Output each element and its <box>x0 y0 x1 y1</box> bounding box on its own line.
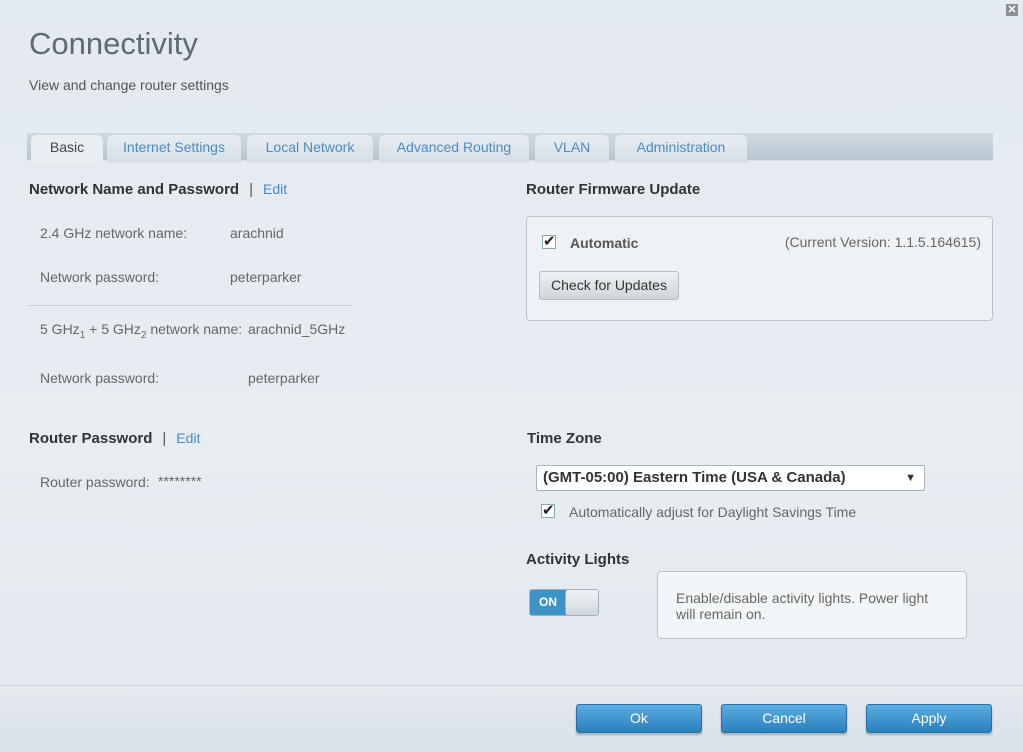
automatic-label: Automatic <box>570 235 639 251</box>
label-part: + 5 GHz <box>85 321 141 337</box>
current-version: (Current Version: 1.1.5.164615) <box>784 234 981 250</box>
edit-router-password-link[interactable]: Edit <box>176 430 200 446</box>
divider <box>28 305 352 306</box>
pw5-value: peterparker <box>248 370 320 386</box>
separator: | <box>162 430 167 447</box>
tab-local-network[interactable]: Local Network <box>247 135 373 163</box>
close-icon[interactable]: ✕ <box>1006 4 1018 16</box>
checkmark-icon <box>541 501 555 519</box>
section-heading: Network Name and Password <box>29 181 240 198</box>
edit-network-link[interactable]: Edit <box>263 181 287 197</box>
dropdown-arrow-icon: ▼ <box>905 472 916 484</box>
tab-internet-settings[interactable]: Internet Settings <box>107 135 241 163</box>
section-heading: Router Password <box>29 430 153 447</box>
timezone-selected: (GMT-05:00) Eastern Time (USA & Canada) <box>543 469 846 486</box>
pw24-label: Network password: <box>40 269 160 285</box>
tab-bar: Basic Internet Settings Local Network Ad… <box>27 133 993 163</box>
label-part: 5 GHz <box>40 321 80 337</box>
separator: | <box>249 181 253 198</box>
tab-basic[interactable]: Basic <box>31 135 103 163</box>
router-password-header: Router Password | Edit <box>29 430 200 447</box>
checkmark-icon <box>542 232 556 250</box>
pw24-value: peterparker <box>230 269 302 285</box>
name24-value: arachnid <box>230 225 284 241</box>
check-for-updates-button[interactable]: Check for Updates <box>539 271 679 300</box>
firmware-heading: Router Firmware Update <box>526 181 701 198</box>
apply-button[interactable]: Apply <box>866 704 992 733</box>
dst-checkbox[interactable] <box>541 501 555 519</box>
tab-advanced-routing[interactable]: Advanced Routing <box>379 135 529 163</box>
firmware-panel <box>526 216 993 321</box>
ok-button[interactable]: Ok <box>576 704 702 733</box>
page-subtitle: View and change router settings <box>29 77 229 93</box>
activity-lights-tip: Enable/disable activity lights. Power li… <box>657 571 967 639</box>
page-title: Connectivity <box>29 26 198 61</box>
toggle-knob <box>565 590 598 615</box>
label-part: network name: <box>146 321 243 337</box>
pw5-label: Network password: <box>40 370 160 386</box>
activity-lights-toggle[interactable]: ON <box>529 589 599 616</box>
name5-value: arachnid_5GHz <box>248 321 346 337</box>
automatic-checkbox[interactable] <box>542 232 556 250</box>
name5-label: 5 GHz1 + 5 GHz2 network name: <box>40 321 242 341</box>
network-section-header: Network Name and Password | Edit <box>29 181 287 198</box>
tab-administration[interactable]: Administration <box>615 135 747 163</box>
cancel-button[interactable]: Cancel <box>721 704 847 733</box>
dst-label: Automatically adjust for Daylight Saving… <box>569 504 857 520</box>
router-password-label: Router password: <box>40 474 150 490</box>
timezone-select[interactable]: (GMT-05:00) Eastern Time (USA & Canada) ▼ <box>536 465 925 491</box>
timezone-heading: Time Zone <box>527 430 602 447</box>
toggle-on-label: ON <box>530 590 566 615</box>
tab-vlan[interactable]: VLAN <box>535 135 609 163</box>
name24-label: 2.4 GHz network name: <box>40 225 188 241</box>
router-password-value: ******** <box>158 473 202 489</box>
activity-lights-heading: Activity Lights <box>526 551 630 568</box>
